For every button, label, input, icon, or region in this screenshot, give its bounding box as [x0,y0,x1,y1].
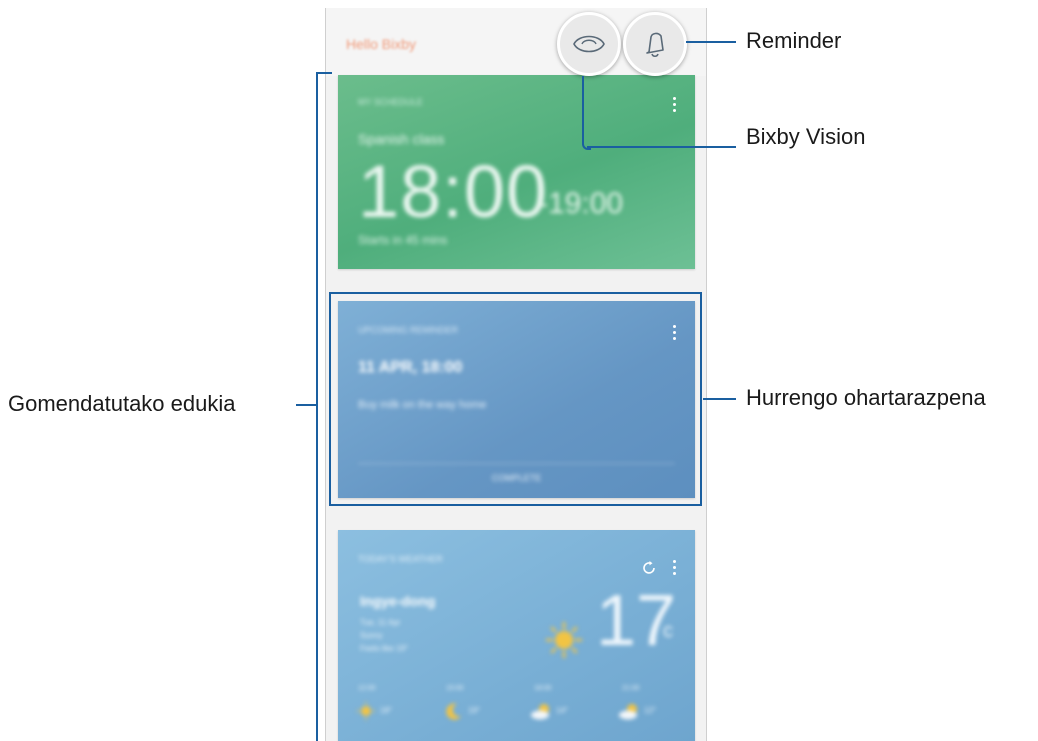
reminder-callout: Reminder [746,28,842,53]
forecast-item: 18:00 14° [522,685,607,720]
temperature-unit: c [663,620,673,642]
weather-feels-like: Feels like 19° [360,644,409,653]
forecast-time: 21:00 [622,685,640,692]
bixby-vision-callout-line [587,146,736,148]
recommended-callout: Gomendatutako edukia [8,391,236,416]
next-notification-callout-line [703,398,736,400]
forecast-temp: 19° [468,706,481,715]
forecast-temp: 14° [556,706,569,715]
recommended-callout-line [296,404,316,406]
forecast-temp: 12° [644,706,657,715]
moon-icon [446,703,461,720]
forecast-item: 12:00 18° [346,685,431,720]
forecast-item: 21:00 12° [610,685,695,720]
more-options-icon[interactable] [673,560,677,578]
event-title: Spanish class [358,131,445,147]
event-start-time: 18:00 [358,150,549,233]
forecast-time: 12:00 [358,685,376,692]
refresh-icon[interactable] [641,560,657,576]
next-notification-highlight [329,292,702,506]
forecast-time: 18:00 [534,685,552,692]
bixby-vision-callout: Bixby Vision [746,124,866,149]
app-title: Hello Bixby [346,36,417,52]
weather-card[interactable]: TODAY'S WEATHER Ingye-dong Tue, 11 Apr S… [338,530,695,741]
reminder-callout-line [686,41,736,43]
forecast-time: 15:00 [446,685,464,692]
weather-condition: Sunny [360,631,383,640]
forecast-item: 15:00 19° [434,685,519,720]
recommended-bracket-line [316,72,318,741]
recommended-bracket-top [316,72,332,74]
event-end-time: -19:00 [538,187,624,220]
sun-icon [357,702,375,720]
partly-cloudy-icon [531,704,549,720]
forecast-temp: 18° [380,706,393,715]
next-notification-callout: Hurrengo ohartarazpena [746,385,986,410]
partly-cloudy-icon [619,704,637,720]
weather-location: Ingye-dong [360,593,436,609]
event-card[interactable]: MY SCHEDULE Spanish class 18:00 -19:00 S… [338,75,695,269]
bixby-vision-button[interactable] [557,12,621,76]
more-options-icon[interactable] [673,97,677,115]
event-card-header: MY SCHEDULE [358,97,423,107]
reminder-button[interactable] [623,12,687,76]
event-starts-in: Starts in 45 mins [358,233,448,247]
bell-icon [646,32,664,58]
eye-icon [573,35,605,53]
bixby-vision-callout-hook [582,76,591,150]
sun-icon [545,621,583,659]
weather-card-header: TODAY'S WEATHER [358,554,443,564]
weather-date: Tue, 11 Apr [360,618,401,627]
